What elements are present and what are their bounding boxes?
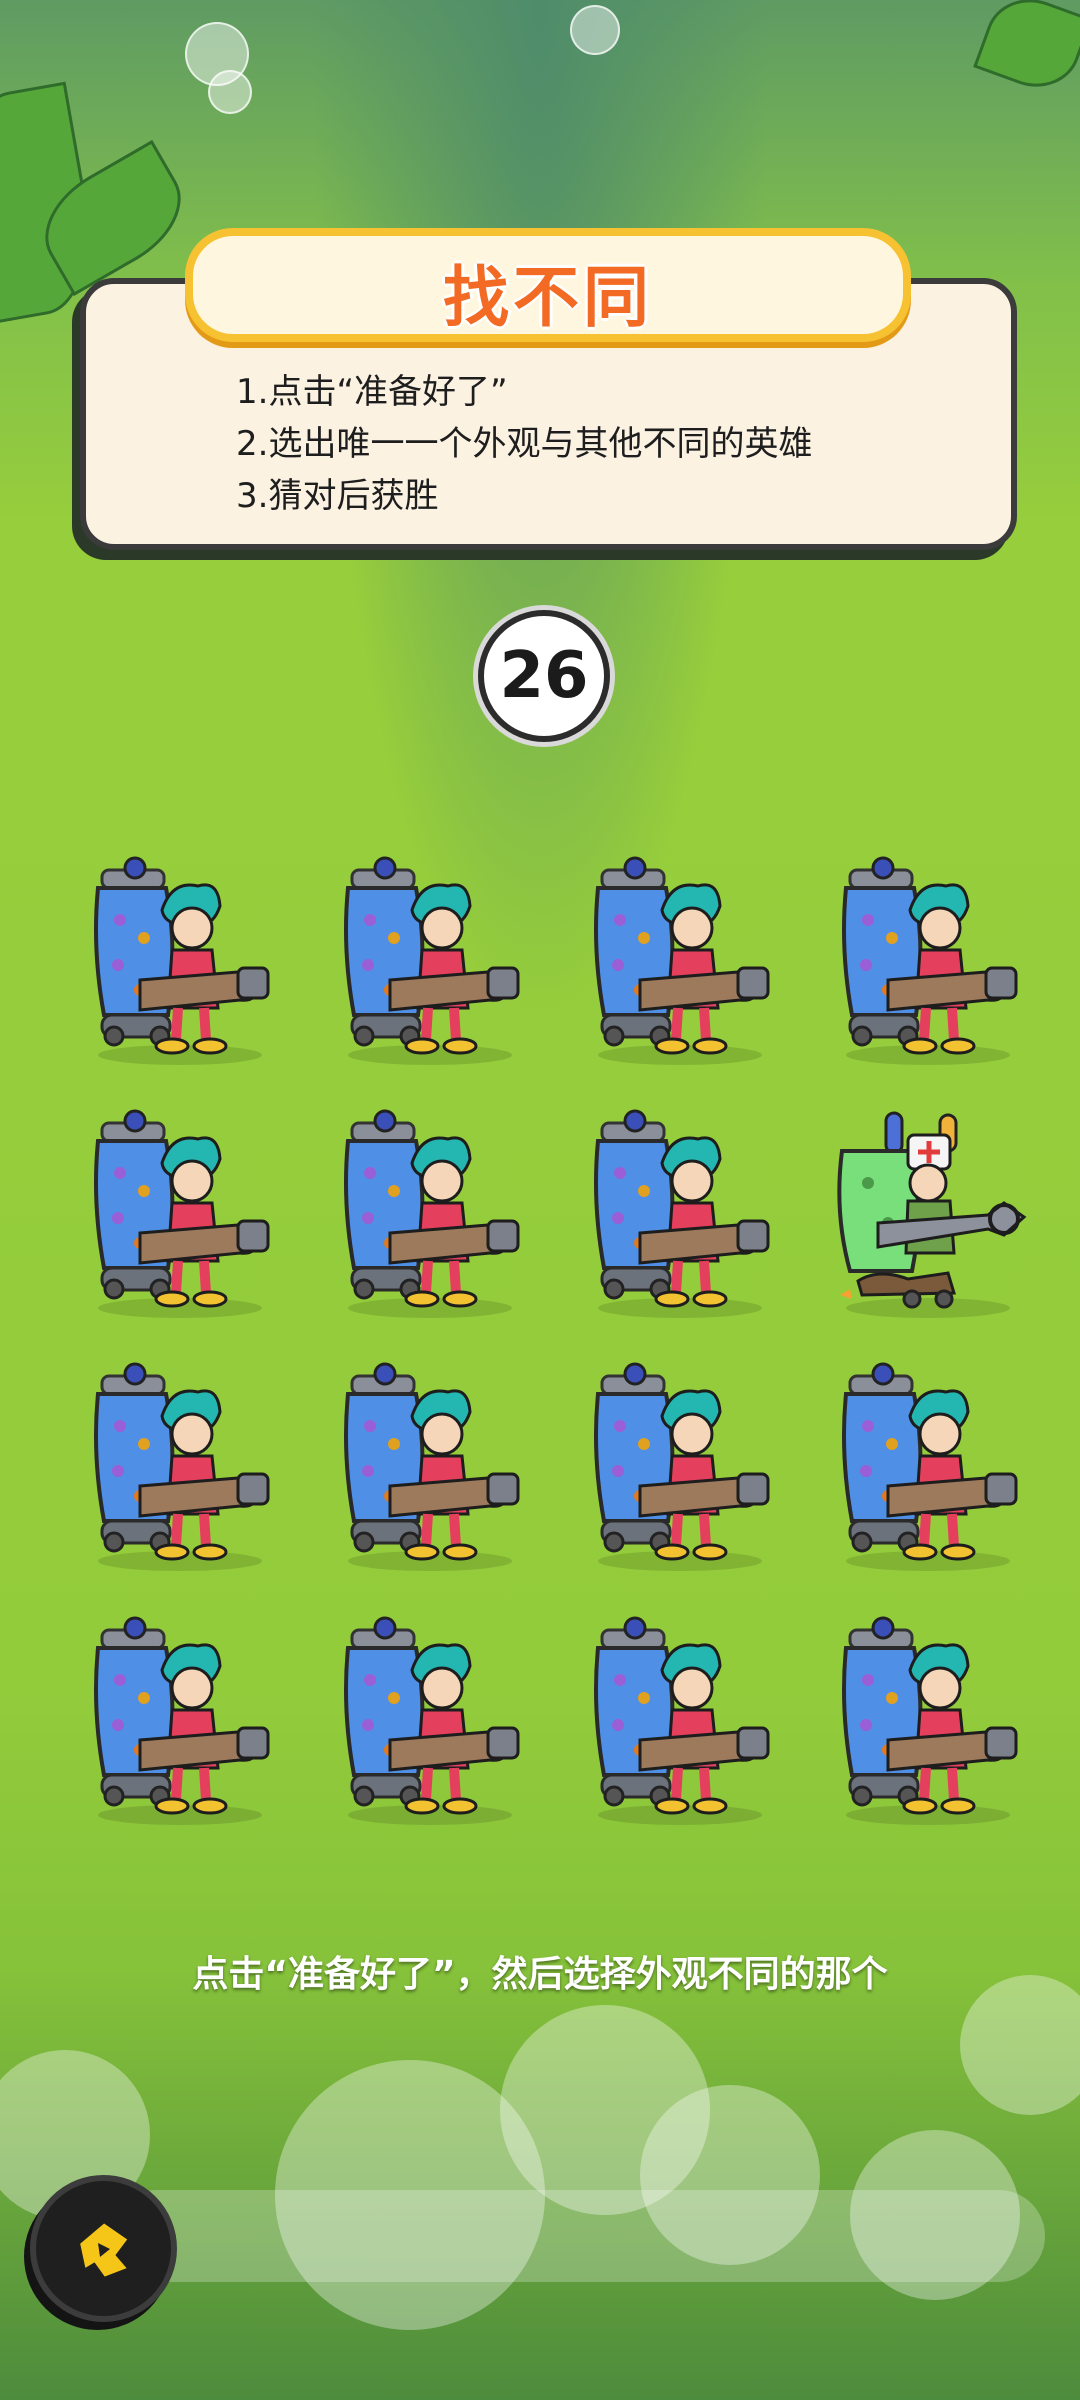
game-title: 找不同 <box>443 259 653 336</box>
blue-tank-hero-icon <box>594 856 770 1065</box>
hero-card[interactable] <box>80 1610 280 1830</box>
blue-tank-hero-icon <box>344 1362 520 1571</box>
blue-tank-hero-icon <box>94 856 270 1065</box>
rule-3: 3.猜对后获胜 <box>236 476 439 516</box>
countdown-value: 26 <box>499 639 589 713</box>
blue-tank-hero-icon <box>94 1362 270 1571</box>
hero-card[interactable] <box>330 1610 530 1830</box>
rule-1: 1.点击“准备好了” <box>236 372 508 412</box>
hero-card[interactable] <box>580 850 780 1070</box>
hero-card[interactable] <box>80 1356 280 1576</box>
green-tank-hero-icon <box>837 1111 1027 1318</box>
hero-card[interactable] <box>580 1103 780 1323</box>
blue-tank-hero-icon <box>344 856 520 1065</box>
rule-2: 2.选出唯一一个外观与其他不同的英雄 <box>236 424 813 464</box>
hero-card[interactable] <box>828 850 1028 1070</box>
hero-card[interactable] <box>330 1103 530 1323</box>
blue-tank-hero-icon <box>594 1109 770 1318</box>
title-banner: 找不同 <box>185 228 911 342</box>
blue-tank-hero-icon <box>842 1362 1018 1571</box>
blue-tank-hero-icon <box>842 856 1018 1065</box>
hero-grid <box>80 850 1040 1850</box>
hero-card[interactable] <box>80 1103 280 1323</box>
hero-card[interactable] <box>330 1356 530 1576</box>
hero-card[interactable] <box>330 850 530 1070</box>
bubble-decoration <box>208 70 252 114</box>
hero-card[interactable] <box>828 1356 1028 1576</box>
bubble-decoration <box>570 5 620 55</box>
hero-card-odd[interactable] <box>828 1103 1028 1323</box>
blue-tank-hero-icon <box>344 1109 520 1318</box>
rules-list: 1.点击“准备好了” 2.选出唯一一个外观与其他不同的英雄 3.猜对后获胜 <box>236 366 812 522</box>
hero-card[interactable] <box>828 1610 1028 1830</box>
blue-tank-hero-icon <box>94 1616 270 1825</box>
instruction-hint: 点击“准备好了”，然后选择外观不同的那个 <box>192 1954 888 1995</box>
bottom-bar <box>110 2190 1045 2282</box>
blue-tank-hero-icon <box>594 1616 770 1825</box>
hero-card[interactable] <box>580 1610 780 1830</box>
blue-tank-hero-icon <box>94 1109 270 1318</box>
hero-card[interactable] <box>80 850 280 1070</box>
blue-tank-hero-icon <box>344 1616 520 1825</box>
countdown-timer: 26 <box>478 610 610 742</box>
game-logo-button[interactable] <box>30 2175 177 2322</box>
blue-tank-hero-icon <box>594 1362 770 1571</box>
blue-tank-hero-icon <box>842 1616 1018 1825</box>
hero-card[interactable] <box>580 1356 780 1576</box>
game-logo-icon <box>75 2217 133 2281</box>
